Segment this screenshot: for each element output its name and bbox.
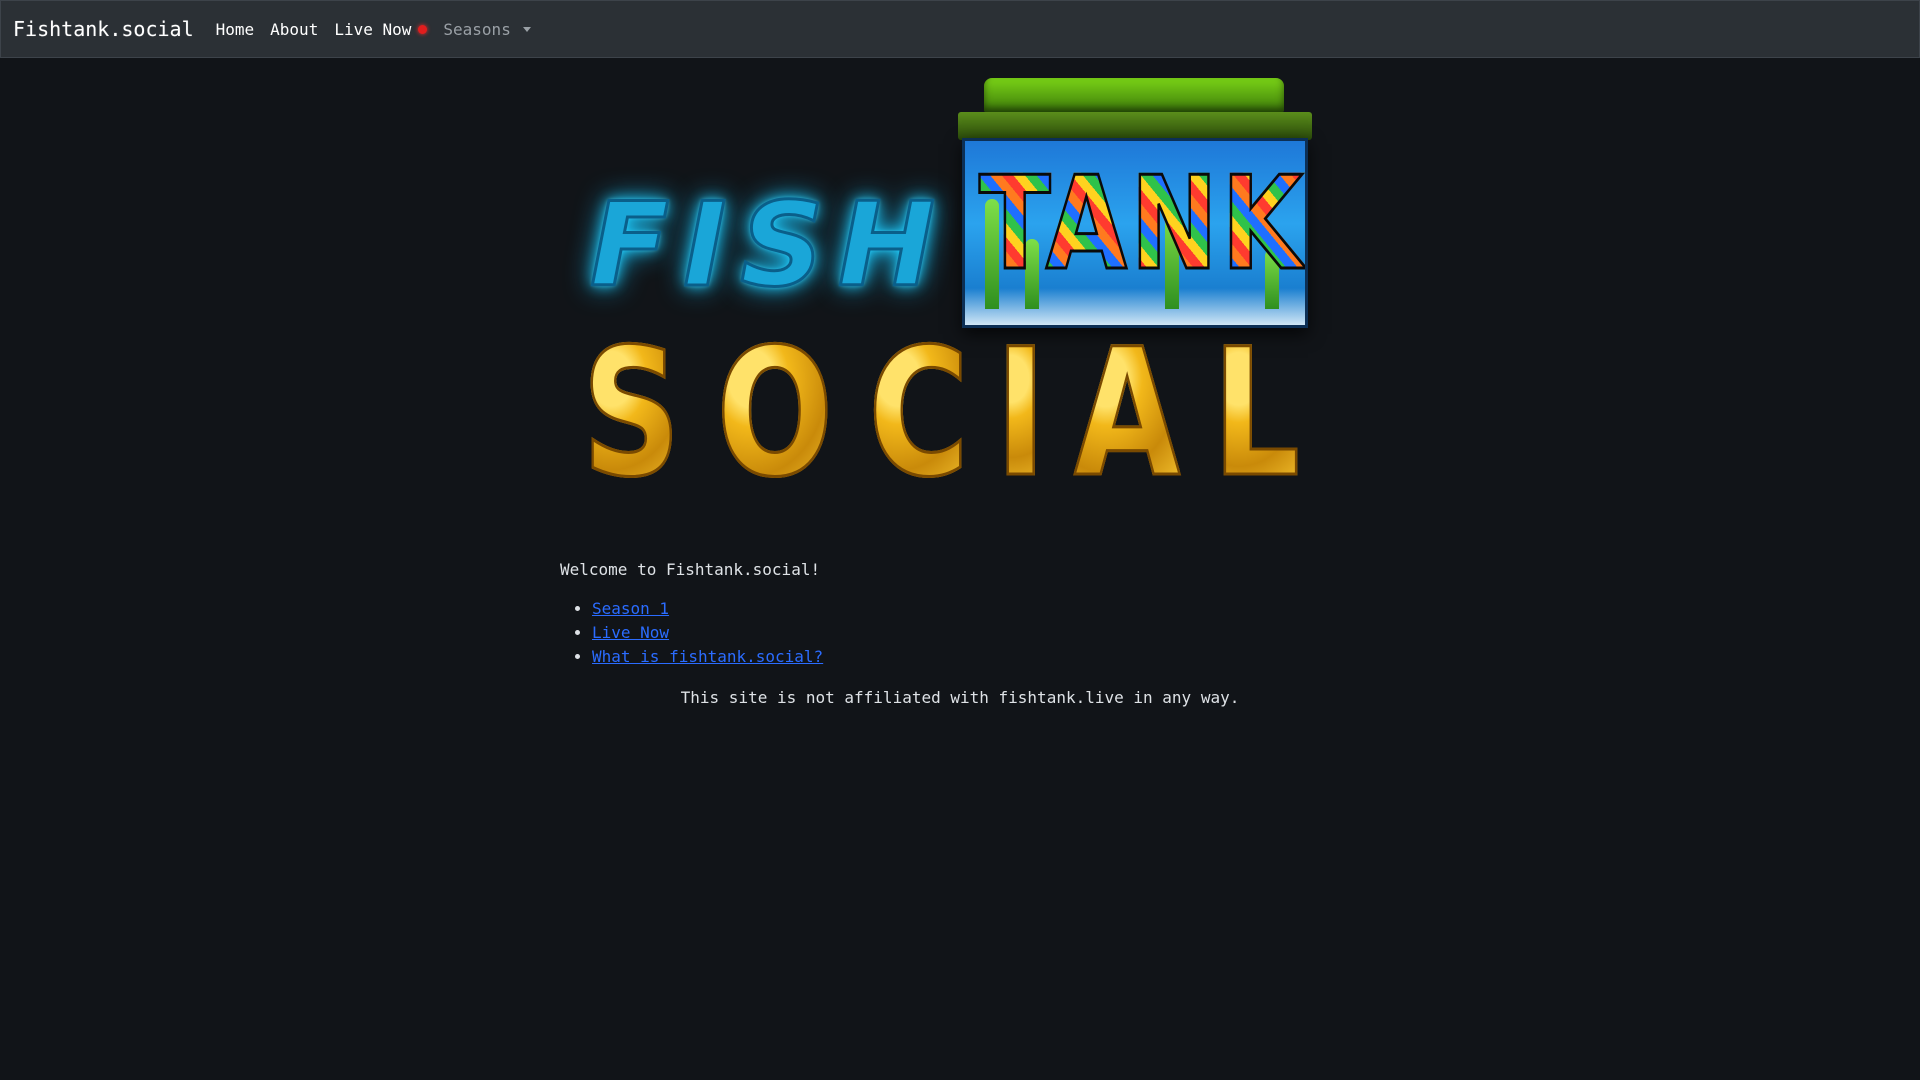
aquarium-lid-top [984,78,1284,112]
welcome-text: Welcome to Fishtank.social! [560,560,821,579]
aquarium-glass: TANK [962,138,1308,328]
list-item: What is fishtank.social? [592,645,1360,669]
logo-word-fish: FISH [588,177,950,315]
top-navbar: Fishtank.social Home About Live Now Seas… [0,0,1920,58]
link-what-is[interactable]: What is fishtank.social? [592,647,823,666]
main-content: Welcome to Fishtank.social! Season 1 Liv… [560,560,1360,669]
logo-letter: A [1072,311,1181,516]
nav-seasons-label: Seasons [443,19,511,39]
logo-letter: C [867,311,970,516]
nav-home[interactable]: Home [216,20,255,39]
disclaimer-text: This site is not affiliated with fishtan… [680,688,1240,707]
site-logo: FISH TANK S O C I A L [560,78,1320,503]
list-item: Live Now [592,621,1360,645]
brand-link[interactable]: Fishtank.social [13,17,194,41]
link-list: Season 1 Live Now What is fishtank.socia… [560,597,1360,669]
list-item: Season 1 [592,597,1360,621]
aquarium-icon: TANK [958,78,1314,330]
logo-word-tank: TANK [978,150,1306,299]
nav-live-now[interactable]: Live Now [334,19,428,39]
aquarium-lid [958,112,1312,140]
link-season-1[interactable]: Season 1 [592,599,669,618]
logo-letter: S [581,311,682,516]
chevron-down-icon [522,26,531,32]
logo-letter: O [715,311,834,516]
link-live-now[interactable]: Live Now [592,623,669,642]
logo-letter: I [994,311,1047,516]
nav-seasons-dropdown[interactable]: Seasons [443,19,531,39]
logo-word-social: S O C I A L [560,311,1320,516]
live-indicator-icon [418,24,428,34]
nav-about[interactable]: About [270,20,318,39]
logo-letter: L [1211,311,1301,516]
nav-live-now-label: Live Now [334,19,412,39]
